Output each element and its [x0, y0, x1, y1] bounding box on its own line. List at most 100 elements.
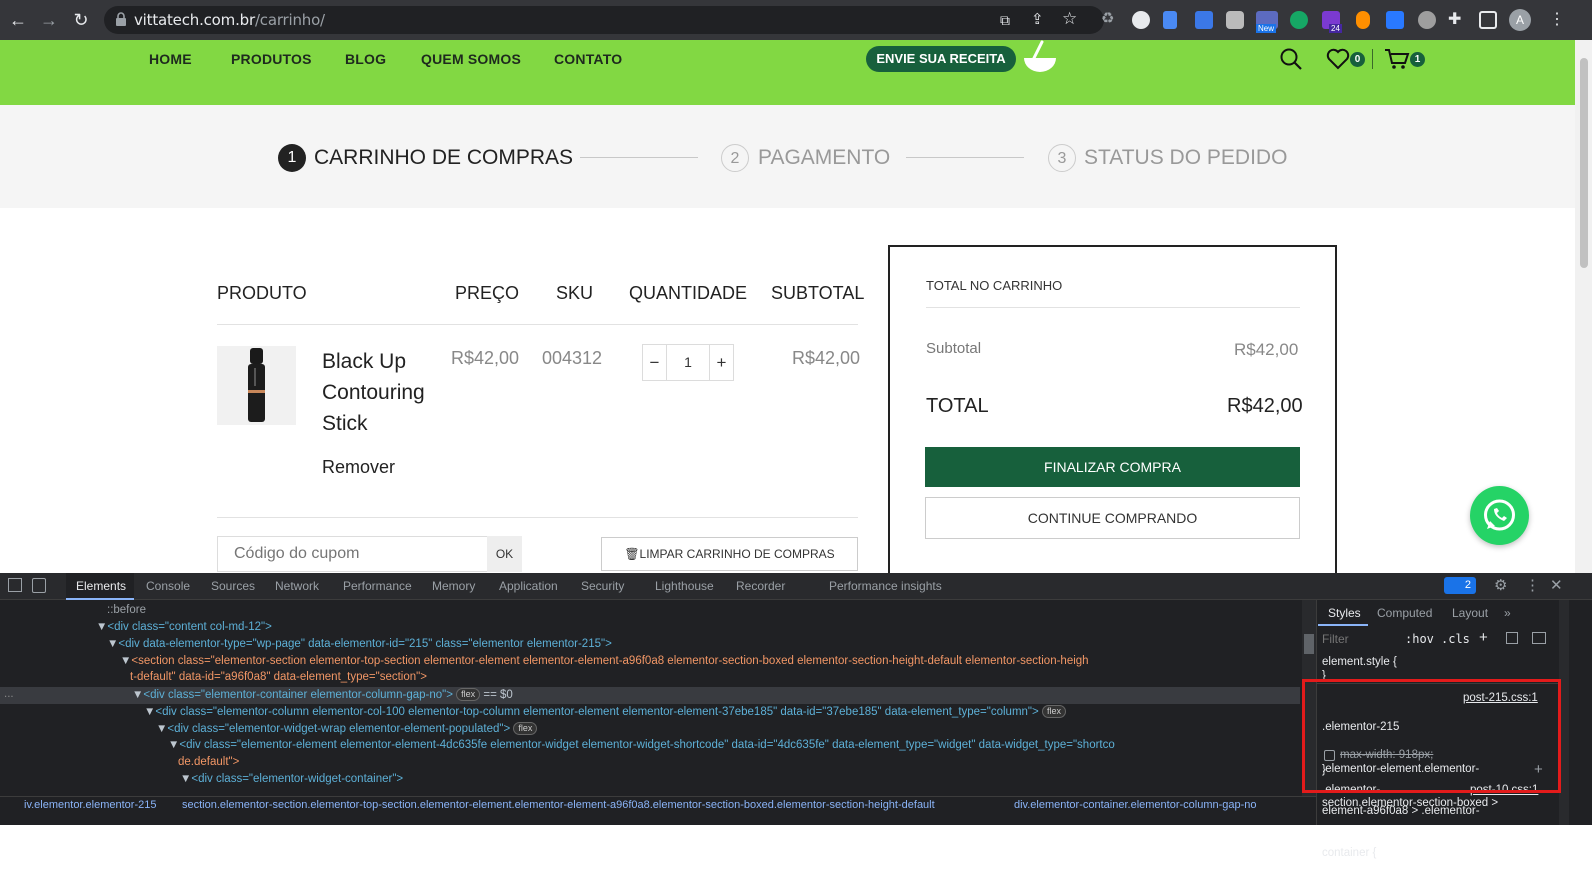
address-bar[interactable]: vittatech.com.br/carrinho/ [104, 6, 1104, 34]
envie-receita-button[interactable]: ENVIE SUA RECEITA [866, 46, 1016, 72]
continue-shopping-button[interactable]: CONTINUE COMPRANDO [925, 497, 1300, 539]
dom-node[interactable]: ▼<div class="elementor-widget-wrap eleme… [156, 722, 538, 735]
contour-stick-image [248, 348, 265, 422]
qty-decrease-button[interactable]: − [643, 345, 667, 380]
dom-node[interactable]: ▼<div data-elementor-type="wp-page" data… [107, 638, 612, 650]
tab-elements[interactable]: Elements [76, 579, 126, 593]
tab-performance[interactable]: Performance [343, 579, 412, 593]
nav-home[interactable]: HOME [149, 51, 192, 67]
checkout-button[interactable]: FINALIZAR COMPRA [925, 447, 1300, 487]
whatsapp-icon [1484, 499, 1515, 531]
whatsapp-button[interactable] [1470, 486, 1529, 545]
product-thumbnail[interactable] [217, 346, 296, 425]
remove-link[interactable]: Remover [322, 457, 395, 478]
clear-cart-button[interactable]: 🗑LIMPAR CARRINHO DE COMPRAS [601, 537, 858, 571]
subtotal-label: Subtotal [926, 340, 982, 357]
computed-styles-toggle-icon[interactable] [1506, 632, 1518, 644]
more-tabs-icon[interactable]: » [1504, 606, 1511, 620]
styles-filter-input[interactable] [1322, 630, 1392, 648]
issues-badge[interactable]: 2 [1444, 577, 1476, 594]
dom-node[interactable]: ▼<div class="elementor-widget-container"… [180, 773, 403, 785]
dom-node[interactable]: ▼<div class="elementor-element elementor… [168, 739, 1300, 751]
tab-security[interactable]: Security [581, 579, 624, 593]
translate-icon[interactable]: ⧉ [1000, 12, 1018, 30]
coupon-input[interactable] [217, 536, 487, 572]
side-panel-icon[interactable] [1479, 11, 1497, 29]
breadcrumb-item[interactable]: section.elementor-section.elementor-top-… [182, 799, 935, 811]
tab-recorder[interactable]: Recorder [736, 579, 785, 593]
globe-extension-icon[interactable] [1132, 11, 1150, 29]
video-extension-icon[interactable] [1386, 11, 1404, 29]
dom-node-selected[interactable]: ▼<div class="elementor-container element… [132, 688, 513, 701]
dom-node[interactable]: ▼<div class="content col-md-12"> [96, 621, 272, 633]
extensions-puzzle-icon[interactable]: ✚ [1448, 9, 1466, 28]
dom-pseudo-before[interactable]: ::before [107, 604, 146, 616]
tab-application[interactable]: Application [499, 579, 558, 593]
nav-blog[interactable]: BLOG [345, 51, 386, 67]
device-toolbar-icon[interactable] [32, 578, 46, 593]
step-2-label: PAGAMENTO [758, 146, 891, 169]
close-devtools-icon[interactable]: ✕ [1550, 576, 1563, 594]
qty-increase-button[interactable]: + [709, 345, 733, 380]
crescent-extension-icon[interactable] [1356, 11, 1370, 29]
docs-extension-icon[interactable] [1163, 11, 1177, 29]
product-name[interactable]: Black Up Contouring Stick [322, 346, 425, 439]
element-style-rule[interactable]: element.style { [1322, 656, 1397, 668]
tab-sources[interactable]: Sources [211, 579, 255, 593]
url-text: vittatech.com.br/carrinho/ [134, 11, 325, 29]
dom-node[interactable]: ▼<div class="elementor-column elementor-… [144, 705, 1066, 718]
tab-layout[interactable]: Layout [1452, 606, 1488, 620]
nav-quem-somos[interactable]: QUEM SOMOS [421, 51, 521, 67]
breadcrumb-item[interactable]: iv.elementor.elementor-215 [24, 799, 156, 811]
dom-scrollbar-thumb[interactable] [1304, 634, 1314, 654]
step-connector [580, 157, 698, 158]
product-name-line: Contouring [322, 381, 425, 404]
header-subtotal: SUBTOTAL [771, 283, 865, 303]
tab-lighthouse[interactable]: Lighthouse [655, 579, 714, 593]
disabled-extension-icon[interactable] [1418, 11, 1436, 29]
back-icon[interactable]: ← [7, 9, 29, 31]
dom-node-continued[interactable]: de.default"> [178, 756, 239, 768]
flex-chip[interactable]: flex [456, 688, 481, 701]
nav-contato[interactable]: CONTATO [554, 51, 622, 67]
settings-gear-icon[interactable]: ⚙ [1494, 576, 1507, 594]
recycle-extension-icon[interactable]: ♻ [1101, 9, 1119, 27]
inspect-element-icon[interactable] [8, 578, 22, 592]
camera-extension-icon[interactable] [1226, 11, 1244, 29]
dom-node[interactable]: ▼<section class="elementor-section eleme… [120, 655, 1300, 667]
search-icon[interactable] [1279, 47, 1303, 71]
google-translate-extension-icon[interactable] [1195, 11, 1213, 29]
header-preco: PREÇO [455, 283, 520, 303]
tab-computed[interactable]: Computed [1377, 606, 1432, 620]
sidebar-toggle-icon[interactable] [1532, 632, 1546, 644]
dom-node-text: t-default" data-id="a96f0a8" data-elemen… [130, 671, 427, 683]
site-info-icon[interactable] [116, 12, 126, 26]
coupon-ok-button[interactable]: OK [487, 536, 522, 572]
tab-memory[interactable]: Memory [432, 579, 475, 593]
dom-node-text: <div class="elementor-column elementor-c… [155, 706, 1039, 718]
browser-menu-icon[interactable]: ⋮ [1549, 9, 1565, 31]
cls-toggle[interactable]: .cls [1441, 632, 1470, 646]
tab-console[interactable]: Console [146, 579, 190, 593]
wishlist-heart-icon[interactable] [1326, 48, 1350, 70]
tab-performance-insights[interactable]: Performance insights [829, 579, 942, 593]
tab-network[interactable]: Network [275, 579, 319, 593]
bookmark-star-icon[interactable]: ☆ [1062, 9, 1080, 28]
reload-icon[interactable]: ↻ [70, 9, 92, 31]
devtools-menu-icon[interactable]: ⋮ [1525, 576, 1540, 594]
qty-input[interactable]: 1 [667, 345, 709, 380]
nav-produtos[interactable]: PRODUTOS [231, 51, 312, 67]
dom-node-continued[interactable]: t-default" data-id="a96f0a8" data-elemen… [130, 671, 427, 683]
flex-chip[interactable]: flex [1041, 705, 1066, 718]
new-style-rule-icon[interactable]: + [1479, 629, 1488, 646]
share-icon[interactable]: ⇪ [1031, 10, 1049, 28]
hov-toggle[interactable]: :hov [1405, 632, 1434, 646]
flex-chip[interactable]: flex [513, 722, 538, 735]
page-scrollbar-thumb[interactable] [1580, 58, 1588, 268]
tab-styles[interactable]: Styles [1328, 606, 1361, 620]
forward-icon[interactable]: → [38, 9, 60, 31]
breadcrumb-item[interactable]: div.elementor-container.elementor-column… [1014, 799, 1257, 811]
grammarly-extension-icon[interactable] [1290, 11, 1308, 29]
profile-avatar[interactable]: A [1509, 9, 1531, 31]
cart-icon[interactable] [1384, 47, 1410, 71]
